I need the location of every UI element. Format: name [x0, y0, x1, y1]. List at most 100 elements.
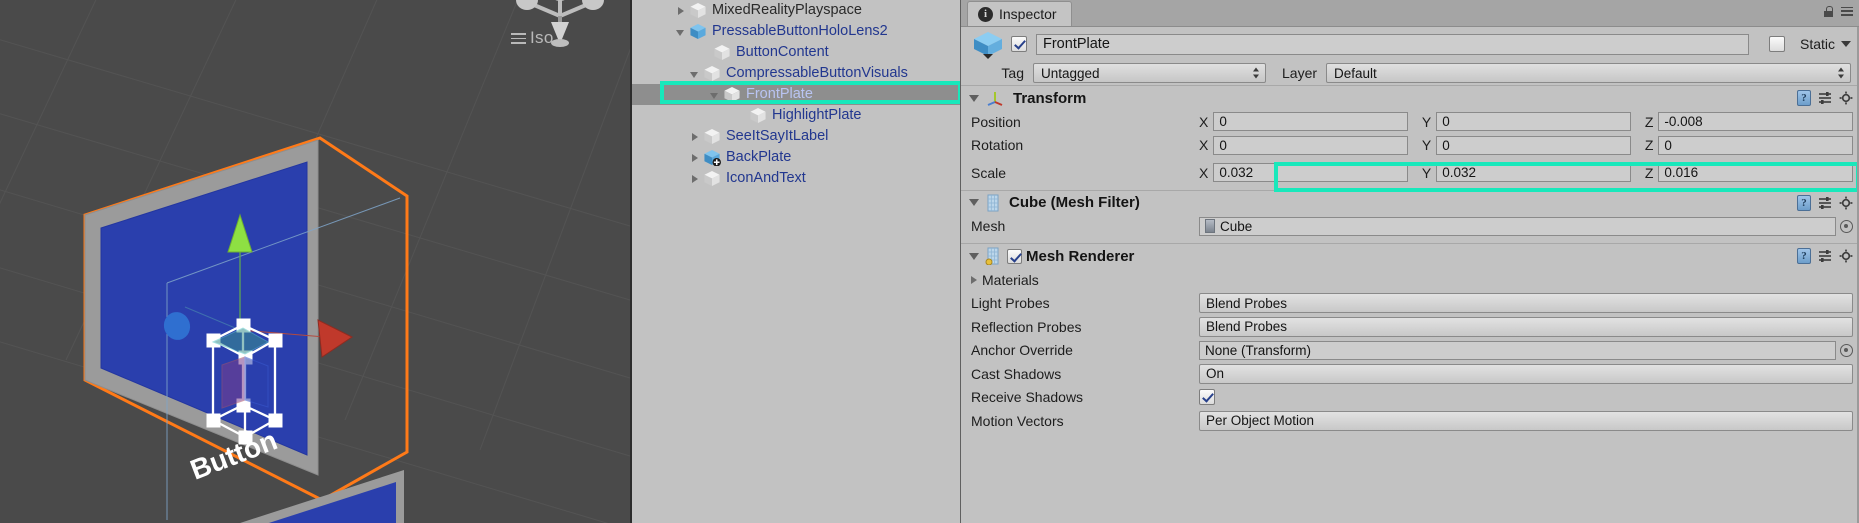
object-picker-icon[interactable]	[1840, 219, 1853, 233]
updown-arrows-icon	[1253, 67, 1260, 79]
hierarchy-item-seeitsayitlabel[interactable]: SeeItSayItLabel	[632, 126, 960, 147]
layer-value: Default	[1334, 65, 1377, 81]
hierarchy-item-mixedrealityplayspace[interactable]: MixedRealityPlayspace	[632, 0, 960, 21]
tag-label: Tag	[1001, 65, 1024, 81]
rotation-x-input[interactable]: 0	[1213, 135, 1408, 155]
cast-shadows-dropdown[interactable]: On	[1199, 363, 1853, 384]
rotation-y-input[interactable]: 0	[1436, 135, 1631, 155]
hierarchy-item-label: MixedRealityPlayspace	[712, 2, 862, 18]
component-title: Transform	[1013, 89, 1087, 107]
preset-icon[interactable]	[1818, 196, 1832, 210]
reflection-probes-row: Reflection Probes Blend Probes	[961, 315, 1859, 339]
chevron-down-icon[interactable]	[674, 25, 688, 39]
tag-dropdown[interactable]: Untagged	[1033, 63, 1266, 83]
mesh-object-field[interactable]: Cube	[1199, 216, 1836, 236]
scale-y-input[interactable]: 0.032	[1436, 163, 1631, 183]
chevron-right-icon[interactable]	[688, 130, 702, 144]
foldout-arrow-icon[interactable]	[969, 199, 979, 206]
light-probes-label: Light Probes	[971, 295, 1050, 312]
updown-arrows-icon	[1838, 67, 1845, 79]
hierarchy-item-compressablebuttonvisuals[interactable]: CompressableButtonVisuals	[632, 63, 960, 84]
help-icon[interactable]: ?	[1797, 248, 1811, 264]
lock-icon[interactable]	[1824, 6, 1833, 17]
preset-icon[interactable]	[1818, 91, 1832, 105]
materials-label: Materials	[982, 271, 1039, 288]
mesh-renderer-enabled-checkbox[interactable]	[1007, 248, 1022, 264]
chevron-right-icon[interactable]	[688, 151, 702, 165]
hierarchy-item-highlightplate[interactable]: HighlightPlate	[632, 105, 960, 126]
position-vector: X 0 Y 0 Z -0.008	[1199, 112, 1859, 132]
object-picker-icon[interactable]	[1840, 343, 1853, 357]
info-icon: i	[978, 6, 993, 22]
rotation-z-input[interactable]: 0	[1658, 135, 1853, 155]
chevron-down-icon[interactable]	[688, 67, 702, 81]
component-header-mesh-filter[interactable]: Cube (Mesh Filter) ?	[961, 189, 1859, 215]
prefab-cube-icon	[690, 23, 706, 40]
axis-y-label: Y	[1421, 137, 1432, 154]
scene-object-pressable-button[interactable]: Button Say "Button"	[0, 0, 630, 523]
hierarchy-panel[interactable]: MixedRealityPlayspace PressableButtonHol…	[630, 0, 960, 523]
scale-x-input[interactable]: 0.032	[1213, 163, 1408, 183]
layer-dropdown[interactable]: Default	[1326, 63, 1851, 83]
receive-shadows-row: Receive Shadows	[961, 386, 1859, 410]
reflection-probes-value: Blend Probes	[1206, 319, 1288, 335]
cube-icon	[704, 128, 720, 145]
position-y-input[interactable]: 0	[1436, 112, 1631, 132]
static-checkbox[interactable]	[1768, 36, 1785, 52]
chevron-right-icon[interactable]	[971, 275, 977, 284]
axis-x-label: X	[1199, 164, 1209, 181]
light-probes-dropdown[interactable]: Blend Probes	[1199, 293, 1853, 314]
static-toggle-group[interactable]: Static	[1763, 36, 1851, 52]
inspector-panel[interactable]: i Inspector FrontPlate Static Tag Untagg…	[960, 0, 1859, 523]
cube-icon	[724, 86, 740, 103]
hierarchy-item-label: CompressableButtonVisuals	[726, 65, 908, 81]
foldout-arrow-icon[interactable]	[969, 94, 979, 102]
hierarchy-item-frontplate[interactable]: FrontPlate	[632, 84, 960, 105]
tab-inspector[interactable]: i Inspector	[967, 1, 1072, 26]
preset-icon[interactable]	[1818, 249, 1832, 263]
inspector-tab-actions	[1824, 6, 1853, 17]
help-icon[interactable]: ?	[1797, 194, 1811, 211]
component-header-mesh-renderer[interactable]: Mesh Renderer ?	[961, 243, 1859, 268]
component-title: Mesh Renderer	[1026, 247, 1135, 265]
cube-icon	[750, 107, 766, 124]
chevron-right-icon[interactable]	[688, 172, 702, 186]
gear-icon[interactable]	[1839, 196, 1853, 210]
reflection-probes-dropdown[interactable]: Blend Probes	[1199, 316, 1853, 337]
object-name-input[interactable]: FrontPlate	[1036, 33, 1749, 55]
mesh-value: Cube	[1220, 218, 1253, 234]
component-actions: ?	[1797, 90, 1853, 106]
scale-z-input[interactable]: 0.016	[1658, 163, 1853, 183]
position-x-input[interactable]: 0	[1213, 112, 1408, 132]
axis-y-label: Y	[1421, 113, 1432, 130]
axis-z-label: Z	[1644, 164, 1654, 181]
chevron-down-icon[interactable]	[708, 88, 722, 102]
hierarchy-item-label: ButtonContent	[736, 44, 829, 60]
chevron-down-icon[interactable]	[1841, 41, 1851, 47]
help-icon[interactable]: ?	[1797, 90, 1811, 106]
component-header-transform[interactable]: Transform ?	[961, 85, 1859, 110]
hierarchy-item-buttoncontent[interactable]: ButtonContent	[632, 42, 960, 63]
hierarchy-item-pressablebuttonhololens2[interactable]: PressableButtonHoloLens2	[632, 21, 960, 42]
hierarchy-item-label: FrontPlate	[746, 86, 813, 102]
reflection-probes-label: Reflection Probes	[971, 318, 1082, 335]
position-z-input[interactable]: -0.008	[1658, 112, 1853, 132]
scene-view[interactable]: Iso Button	[0, 0, 630, 523]
hamburger-menu-icon[interactable]	[1841, 6, 1853, 17]
cast-shadows-label: Cast Shadows	[971, 365, 1062, 382]
materials-row[interactable]: Materials	[961, 268, 1859, 292]
hierarchy-item-backplate[interactable]: BackPlate	[632, 147, 960, 168]
component-actions: ?	[1797, 248, 1853, 264]
cast-shadows-row: Cast Shadows On	[961, 362, 1859, 386]
chevron-right-icon[interactable]	[674, 4, 688, 18]
gear-icon[interactable]	[1839, 249, 1853, 263]
object-enabled-checkbox[interactable]	[1011, 36, 1027, 52]
hierarchy-item-iconandtext[interactable]: IconAndText	[632, 168, 960, 189]
foldout-arrow-icon[interactable]	[969, 252, 979, 260]
receive-shadows-checkbox[interactable]	[1199, 389, 1215, 406]
anchor-override-object-field[interactable]: None (Transform)	[1199, 340, 1836, 360]
motion-vectors-dropdown[interactable]: Per Object Motion	[1199, 410, 1853, 431]
gear-icon[interactable]	[1839, 91, 1853, 105]
motion-vectors-label: Motion Vectors	[971, 412, 1064, 429]
